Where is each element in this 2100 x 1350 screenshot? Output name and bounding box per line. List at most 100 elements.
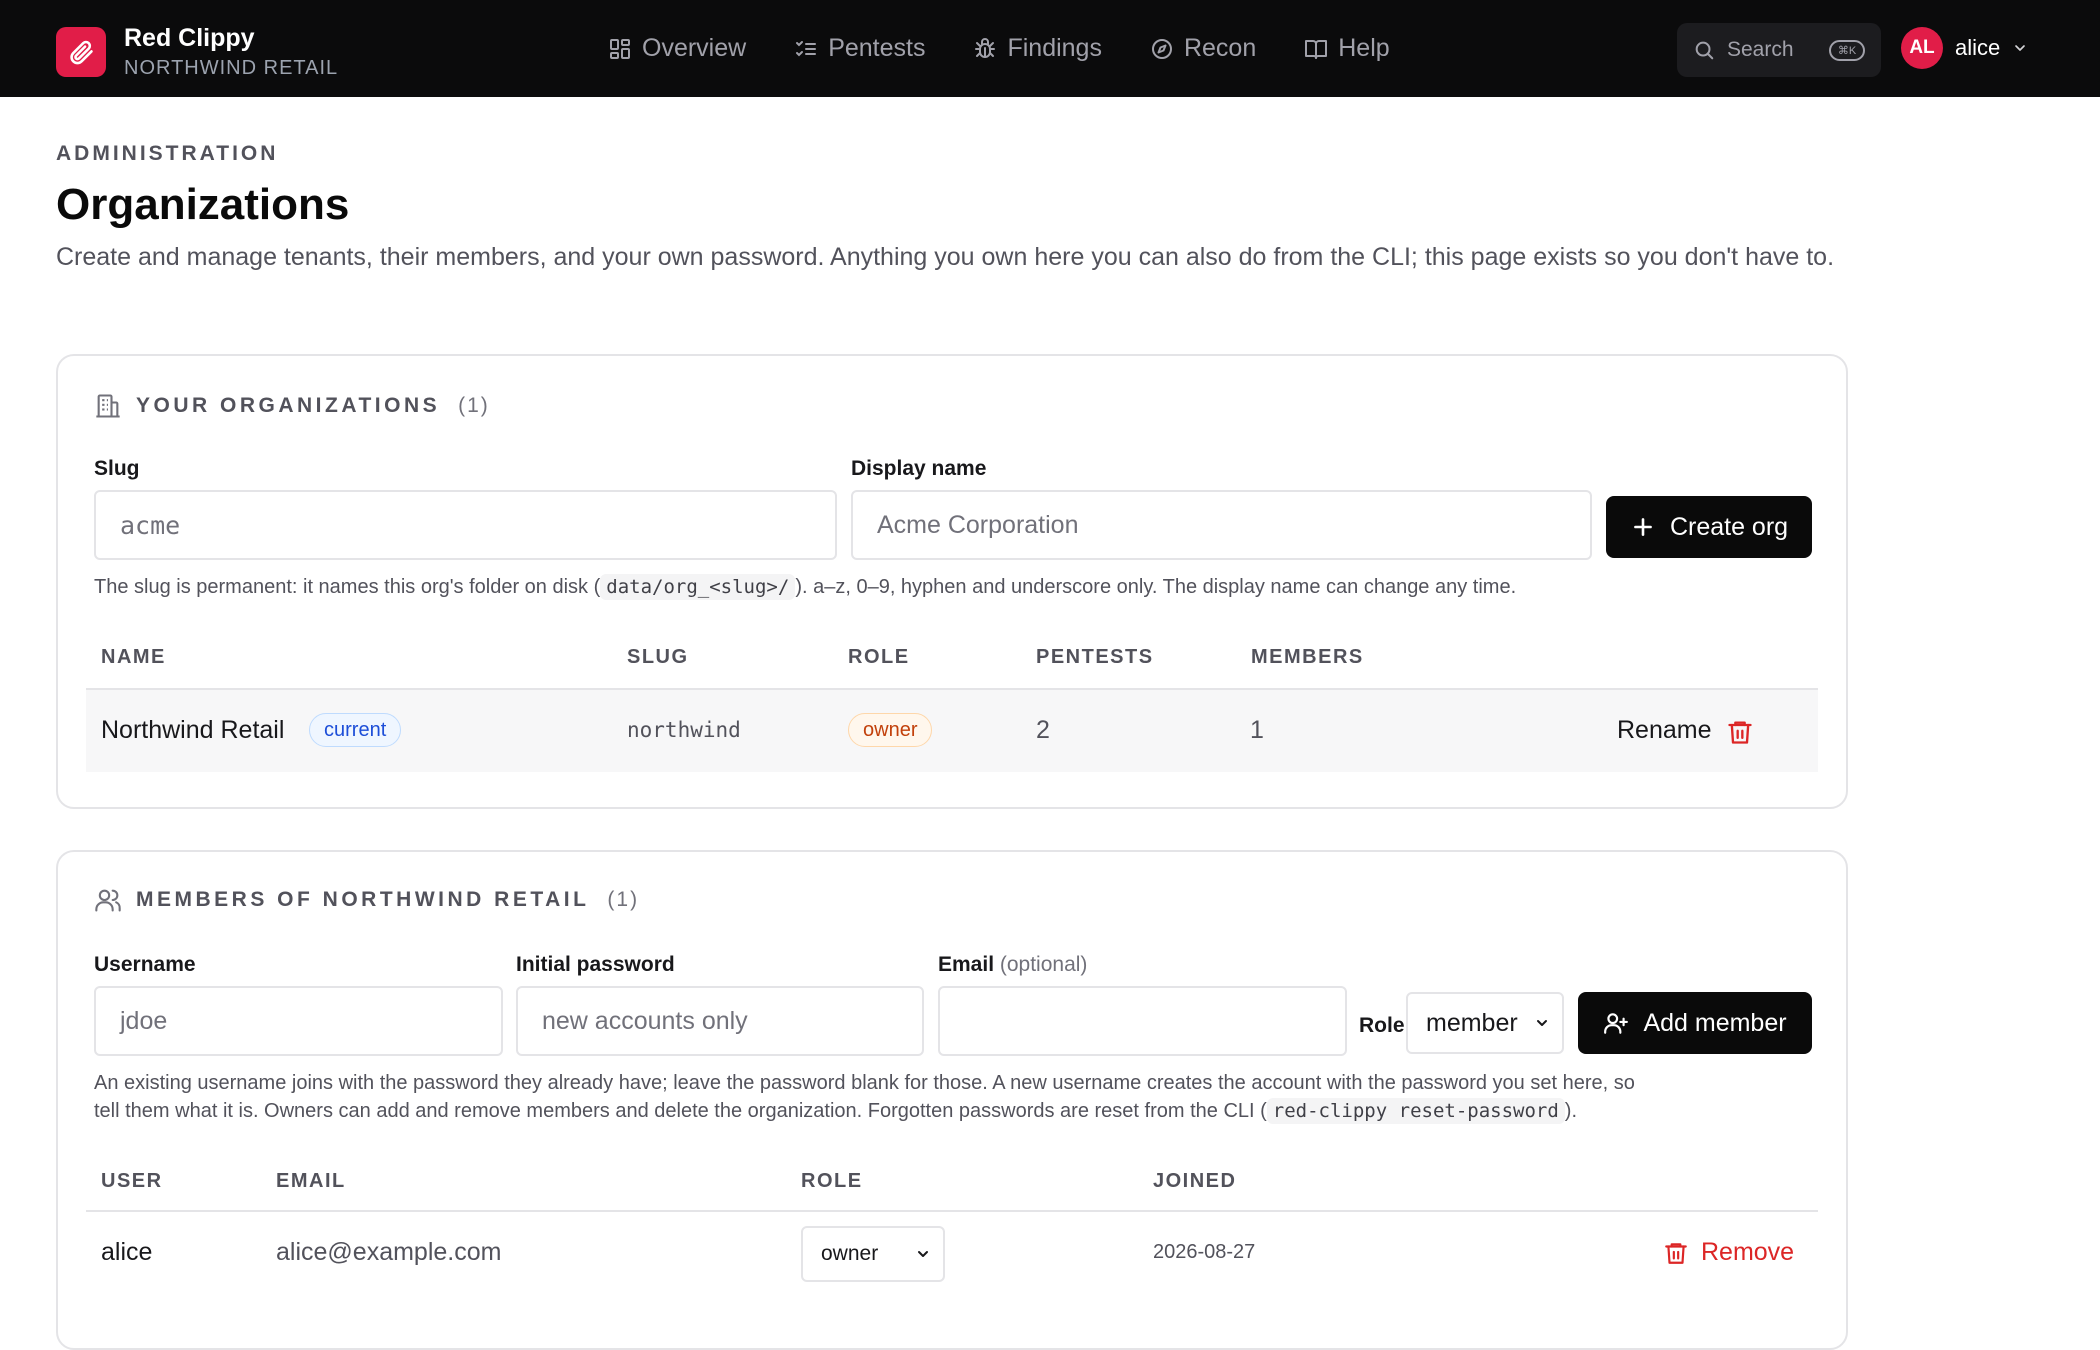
user-menu[interactable]: AL alice — [1901, 27, 2028, 69]
paperclip-logo-icon — [56, 27, 106, 77]
slug-help-after: ). a–z, 0–9, hyphen and underscore only.… — [795, 576, 1517, 598]
org-name: Northwind Retail — [101, 716, 285, 744]
email-optional-hint: (optional) — [999, 953, 1088, 976]
organizations-card-title: YOUR ORGANIZATIONS — [136, 394, 441, 417]
member-role-select[interactable]: owner — [801, 1226, 945, 1282]
user-plus-icon — [1604, 1013, 1629, 1034]
chevron-down-icon — [918, 1251, 928, 1257]
breadcrumb: ADMINISTRATION — [56, 142, 279, 165]
column-header-user: USER — [101, 1170, 163, 1192]
column-header-role: ROLE — [848, 646, 910, 668]
username-label: Username — [94, 953, 196, 976]
book-icon — [1305, 39, 1328, 59]
organizations-card: YOUR ORGANIZATIONS (1) Slug acme Display… — [56, 354, 1848, 809]
org-slug: northwind — [627, 718, 741, 742]
brand[interactable]: Red Clippy NORTHWIND RETAIL — [56, 23, 338, 81]
role-label: Role — [1359, 1014, 1405, 1037]
nav-pentests[interactable]: Pentests — [794, 34, 925, 63]
page-description: Create and manage tenants, their members… — [56, 243, 1835, 271]
trash-icon — [1665, 1242, 1687, 1264]
search-shortcut: ⌘K — [1829, 39, 1865, 61]
add-member-button[interactable]: Add member — [1578, 992, 1812, 1054]
role-badge: owner — [848, 713, 933, 747]
nav-help[interactable]: Help — [1304, 34, 1390, 63]
org-pentests-count: 2 — [1036, 716, 1050, 744]
bug-icon — [975, 37, 996, 58]
table-row: Northwind Retail current northwind owner… — [86, 688, 1818, 772]
avatar: AL — [1901, 27, 1943, 69]
members-count: (1) — [607, 888, 640, 911]
search-label: Search — [1727, 38, 1794, 61]
display-name-input[interactable]: Acme Corporation — [851, 490, 1592, 560]
nav-overview[interactable]: Overview — [608, 34, 746, 63]
plus-icon — [1634, 518, 1652, 536]
rename-button[interactable]: Rename — [1617, 716, 1712, 745]
create-org-label: Create org — [1669, 512, 1789, 541]
nav-findings[interactable]: Findings — [973, 34, 1102, 63]
members-help-code: red-clippy reset-password — [1266, 1098, 1565, 1124]
member-joined-date: 2026-08-27 — [1153, 1241, 1256, 1263]
page-title: Organizations — [56, 180, 350, 229]
slug-help-code: data/org_<slug>/ — [600, 574, 796, 600]
nav-overview-label: Overview — [642, 34, 747, 62]
nav-recon-label: Recon — [1183, 34, 1257, 62]
nav-pentests-label: Pentests — [828, 34, 926, 62]
users-icon — [95, 889, 121, 912]
current-org-name: NORTHWIND RETAIL — [124, 57, 339, 79]
column-header-email: EMAIL — [276, 1170, 346, 1192]
column-header-joined: JOINED — [1153, 1170, 1237, 1192]
members-help-line-2: tell them what it is. Owners can add and… — [94, 1097, 1635, 1125]
members-help-after: ). — [1564, 1100, 1577, 1122]
initial-password-label: Initial password — [516, 953, 675, 976]
column-header-pentests: PENTESTS — [1036, 646, 1154, 668]
email-label: Email (optional) — [938, 953, 1087, 977]
user-name: alice — [1955, 35, 2001, 60]
members-card-title: MEMBERS OF NORTHWIND RETAIL — [136, 888, 590, 911]
email-label-text: Email — [938, 953, 995, 976]
add-member-label: Add member — [1643, 1008, 1787, 1037]
member-role-value: owner — [821, 1242, 879, 1265]
nav-help-label: Help — [1338, 34, 1390, 62]
column-header-slug: SLUG — [627, 646, 689, 668]
slug-label: Slug — [94, 457, 140, 480]
delete-org-trash-icon[interactable] — [1726, 718, 1754, 746]
column-header-name: NAME — [101, 646, 166, 668]
column-header-members: MEMBERS — [1251, 646, 1364, 668]
building-icon — [96, 394, 120, 418]
slug-help-text: The slug is permanent: it names this org… — [94, 573, 1516, 601]
chevron-down-icon — [2015, 45, 2026, 51]
members-card: MEMBERS OF NORTHWIND RETAIL (1) Username… — [56, 850, 1848, 1350]
display-name-label: Display name — [851, 457, 987, 480]
app-name: Red Clippy — [124, 24, 255, 52]
main-nav: Overview Pentests Findings Recon Help — [608, 0, 1390, 97]
table-row: alice alice@example.com owner 2026-08-27… — [86, 1210, 1818, 1300]
column-header-role: ROLE — [801, 1170, 863, 1192]
members-help-text: An existing username joins with the pass… — [94, 1069, 1635, 1125]
email-input[interactable] — [938, 986, 1347, 1056]
organizations-card-header: YOUR ORGANIZATIONS (1) — [94, 392, 490, 420]
remove-member-label: Remove — [1701, 1238, 1795, 1266]
organizations-count: (1) — [458, 394, 490, 417]
role-select[interactable]: member — [1406, 992, 1564, 1054]
search-icon — [1695, 41, 1714, 60]
dashboard-icon — [610, 38, 630, 59]
chevron-down-icon — [1537, 1020, 1547, 1026]
top-bar: Red Clippy NORTHWIND RETAIL Overview Pen… — [0, 0, 2100, 97]
org-members-count: 1 — [1250, 716, 1264, 744]
nav-recon[interactable]: Recon — [1150, 34, 1256, 63]
nav-findings-label: Findings — [1007, 34, 1102, 62]
slug-input[interactable]: acme — [94, 490, 837, 560]
role-select-value: member — [1426, 1008, 1518, 1037]
remove-member-button[interactable]: Remove — [1663, 1238, 1794, 1267]
members-card-header: MEMBERS OF NORTHWIND RETAIL (1) — [94, 886, 639, 914]
initial-password-input[interactable]: new accounts only — [516, 986, 924, 1056]
member-username: alice — [101, 1238, 153, 1266]
checklist-icon — [796, 40, 817, 56]
search-button[interactable]: Search ⌘K — [1677, 23, 1881, 77]
members-help-line-1: An existing username joins with the pass… — [94, 1072, 1635, 1094]
username-input[interactable]: jdoe — [94, 986, 503, 1056]
create-org-button[interactable]: Create org — [1606, 496, 1812, 558]
member-email: alice@example.com — [276, 1238, 502, 1266]
current-badge: current — [309, 713, 402, 747]
slug-help-before: The slug is permanent: it names this org… — [94, 576, 601, 598]
